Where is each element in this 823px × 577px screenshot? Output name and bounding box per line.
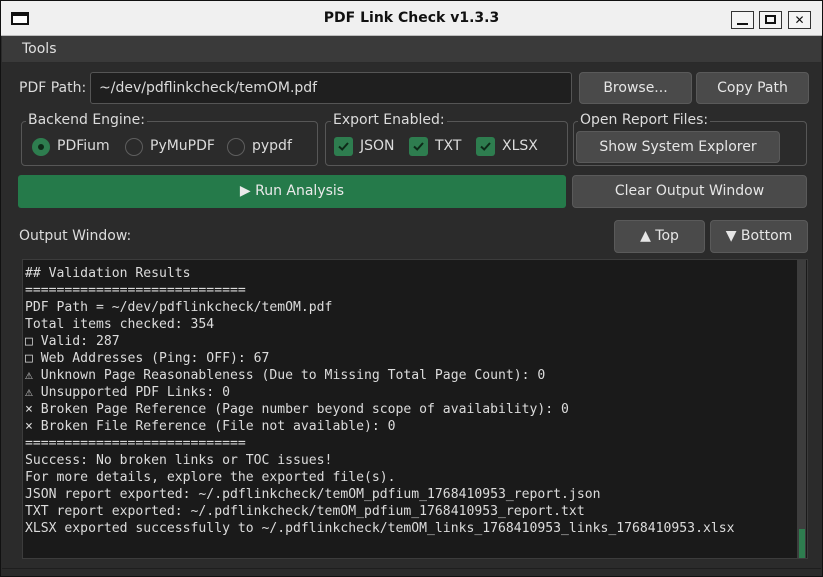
radio-pypdf[interactable] [227, 138, 245, 156]
show-system-explorer-button[interactable]: Show System Explorer [576, 131, 780, 163]
output-window-label: Output Window: [19, 228, 132, 244]
minimize-icon [737, 23, 748, 25]
app-window: PDF Link Check v1.3.3 ✕ Tools PDF Path: … [0, 0, 823, 577]
maximize-button[interactable] [759, 11, 782, 29]
output-line: For more details, explore the exported f… [25, 470, 396, 485]
radio-pdfium[interactable] [32, 138, 50, 156]
output-line: ⚠ Unsupported PDF Links: 0 [25, 385, 230, 400]
pdf-path-value: ~/dev/pdflinkcheck/temOM.pdf [99, 80, 318, 96]
scroll-top-button[interactable]: ▲ Top [614, 220, 705, 253]
output-scrollbar[interactable] [797, 260, 806, 558]
title-bar: PDF Link Check v1.3.3 ✕ [1, 1, 822, 36]
checkbox-xlsx-label: XLSX [502, 138, 538, 154]
export-enabled-title: Export Enabled: [331, 112, 447, 128]
output-line: □ Web Addresses (Ping: OFF): 67 [25, 351, 270, 366]
checkbox-xlsx[interactable] [476, 137, 495, 156]
checkbox-txt-label: TXT [435, 138, 462, 154]
pdf-path-label: PDF Path: [19, 80, 87, 96]
scroll-bottom-button[interactable]: ▼ Bottom [710, 220, 808, 253]
output-line: JSON report exported: ~/.pdflinkcheck/te… [25, 487, 601, 502]
checkbox-json-label: JSON [360, 138, 395, 154]
menu-tools[interactable]: Tools [22, 41, 57, 57]
output-line: ## Validation Results [25, 266, 191, 281]
clear-output-button[interactable]: Clear Output Window [572, 175, 807, 208]
output-line: PDF Path = ~/dev/pdflinkcheck/temOM.pdf [25, 300, 333, 315]
window-title: PDF Link Check v1.3.3 [323, 10, 500, 26]
radio-pypdf-label: pypdf [252, 138, 292, 154]
maximize-icon [765, 15, 776, 24]
browse-button[interactable]: Browse... [579, 72, 692, 104]
checkmark-icon [338, 142, 349, 151]
run-analysis-button[interactable]: ▶ Run Analysis [18, 175, 566, 208]
copy-path-button[interactable]: Copy Path [696, 72, 809, 104]
checkmark-icon [413, 142, 424, 151]
pdf-path-input[interactable]: ~/dev/pdflinkcheck/temOM.pdf [90, 72, 572, 104]
output-line: □ Valid: 287 [25, 334, 120, 349]
output-line: XLSX exported successfully to ~/.pdflink… [25, 521, 735, 536]
radio-pymupdf[interactable] [125, 138, 143, 156]
output-line: × Broken File Reference (File not availa… [25, 419, 396, 434]
output-scrollbar-thumb[interactable] [799, 529, 805, 558]
output-line: ⚠ Unknown Page Reasonableness (Due to Mi… [25, 368, 546, 383]
output-console[interactable]: ## Validation Results ===================… [22, 259, 808, 559]
output-line: Total items checked: 354 [25, 317, 215, 332]
radio-selected-dot [38, 144, 44, 150]
output-line: ============================ [25, 436, 246, 451]
output-line: TXT report exported: ~/.pdflinkcheck/tem… [25, 504, 585, 519]
output-line: ============================ [25, 283, 246, 298]
open-report-title: Open Report Files: [578, 112, 711, 128]
close-button[interactable]: ✕ [788, 11, 811, 29]
checkbox-json[interactable] [334, 137, 353, 156]
radio-pdfium-label: PDFium [57, 138, 110, 154]
window-bottom-divider [2, 568, 821, 569]
minimize-button[interactable] [731, 11, 754, 29]
output-line: Success: No broken links or TOC issues! [25, 453, 333, 468]
menu-bar: Tools [2, 36, 821, 63]
checkmark-icon [480, 142, 491, 151]
close-icon: ✕ [794, 13, 805, 27]
output-line: × Broken Page Reference (Page number bey… [25, 402, 569, 417]
checkbox-txt[interactable] [409, 137, 428, 156]
radio-pymupdf-label: PyMuPDF [150, 138, 215, 154]
backend-engine-title: Backend Engine: [26, 112, 148, 128]
